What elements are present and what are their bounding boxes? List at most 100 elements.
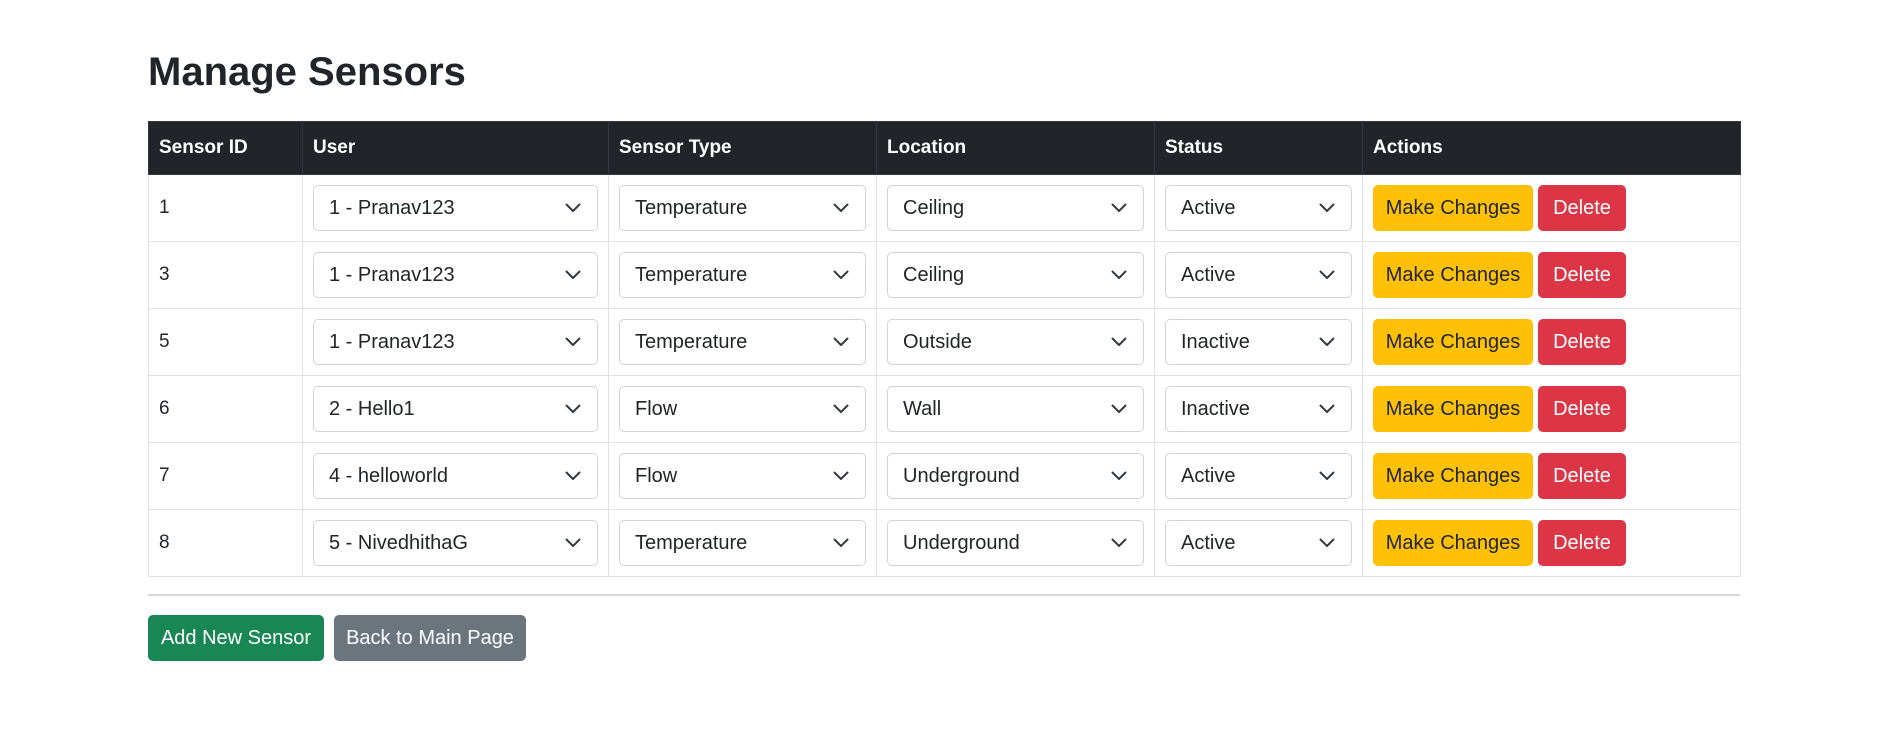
row-actions: Make Changes Delete [1373,319,1730,365]
chevron-down-icon [833,337,849,346]
table-header: Sensor ID User Sensor Type Location Stat… [148,121,1741,175]
sensor-type-select[interactable]: Temperature [619,319,866,365]
row-actions: Make Changes Delete [1373,386,1730,432]
table-row: 6 2 - Hello1 Flow Wall Inactive Make Cha… [148,375,1741,443]
actions-cell: Make Changes Delete [1362,241,1741,309]
sensor-type-select-value: Flow [635,397,678,420]
header-actions: Actions [1362,121,1741,175]
sensor-id: 3 [159,264,170,285]
sensor-type-select-value: Temperature [635,330,748,353]
location-select[interactable]: Underground [887,453,1144,499]
header-location: Location [876,121,1155,175]
location-select-value: Underground [903,464,1020,487]
chevron-down-icon [1319,270,1335,279]
location-select[interactable]: Underground [887,520,1144,566]
row-actions: Make Changes Delete [1373,520,1730,566]
chevron-down-icon [565,404,581,413]
row-actions: Make Changes Delete [1373,453,1730,499]
user-cell: 1 - Pranav123 [302,241,609,309]
status-select-value: Active [1181,531,1236,554]
footer-buttons: Add New Sensor Back to Main Page [148,615,526,661]
user-cell: 2 - Hello1 [302,375,609,443]
sensor-type-select[interactable]: Temperature [619,520,866,566]
location-cell: Outside [876,308,1155,376]
table-row: 3 1 - Pranav123 Temperature Ceiling Acti… [148,241,1741,309]
actions-cell: Make Changes Delete [1362,308,1741,376]
sensor-type-select[interactable]: Temperature [619,185,866,231]
location-cell: Wall [876,375,1155,443]
header-row: Sensor ID User Sensor Type Location Stat… [148,121,1741,175]
user-select[interactable]: 4 - helloworld [313,453,598,499]
make-changes-button[interactable]: Make Changes [1373,319,1533,365]
chevron-down-icon [565,270,581,279]
back-to-main-page-button[interactable]: Back to Main Page [334,615,526,661]
make-changes-button[interactable]: Make Changes [1373,185,1533,231]
make-changes-button[interactable]: Make Changes [1373,252,1533,298]
chevron-down-icon [833,404,849,413]
table-row: 1 1 - Pranav123 Temperature Ceiling Acti… [148,174,1741,242]
chevron-down-icon [1319,337,1335,346]
sensor-type-select-value: Flow [635,464,678,487]
user-select[interactable]: 2 - Hello1 [313,386,598,432]
delete-button[interactable]: Delete [1538,319,1626,365]
delete-button[interactable]: Delete [1538,453,1626,499]
add-new-sensor-button[interactable]: Add New Sensor [148,615,324,661]
status-select-value: Active [1181,263,1236,286]
status-select[interactable]: Inactive [1165,386,1352,432]
delete-button[interactable]: Delete [1538,520,1626,566]
status-select[interactable]: Active [1165,453,1352,499]
user-cell: 1 - Pranav123 [302,308,609,376]
row-actions: Make Changes Delete [1373,252,1730,298]
sensor-type-select[interactable]: Temperature [619,252,866,298]
location-select[interactable]: Ceiling [887,185,1144,231]
status-select[interactable]: Active [1165,520,1352,566]
user-cell: 1 - Pranav123 [302,174,609,242]
sensor-type-select[interactable]: Flow [619,453,866,499]
location-select[interactable]: Outside [887,319,1144,365]
sensors-table: Sensor ID User Sensor Type Location Stat… [148,121,1741,577]
delete-button[interactable]: Delete [1538,386,1626,432]
location-cell: Ceiling [876,174,1155,242]
sensor-id-cell: 3 [148,241,303,309]
sensor-type-cell: Temperature [608,308,877,376]
header-sensor-id: Sensor ID [148,121,303,175]
user-select[interactable]: 1 - Pranav123 [313,185,598,231]
chevron-down-icon [1319,203,1335,212]
delete-button[interactable]: Delete [1538,252,1626,298]
header-status: Status [1154,121,1363,175]
sensor-id: 7 [159,465,170,486]
user-select-value: 1 - Pranav123 [329,196,455,219]
sensor-type-cell: Temperature [608,509,877,577]
table-body: 1 1 - Pranav123 Temperature Ceiling Acti… [148,174,1741,577]
header-sensor-type: Sensor Type [608,121,877,175]
status-select-value: Inactive [1181,397,1250,420]
sensor-type-select[interactable]: Flow [619,386,866,432]
user-select[interactable]: 1 - Pranav123 [313,319,598,365]
location-select-value: Underground [903,531,1020,554]
chevron-down-icon [565,337,581,346]
make-changes-button[interactable]: Make Changes [1373,386,1533,432]
sensor-type-cell: Flow [608,442,877,510]
status-cell: Active [1154,442,1363,510]
sensor-type-select-value: Temperature [635,531,748,554]
status-select[interactable]: Active [1165,252,1352,298]
status-select[interactable]: Inactive [1165,319,1352,365]
delete-button[interactable]: Delete [1538,185,1626,231]
sensor-type-cell: Flow [608,375,877,443]
chevron-down-icon [833,203,849,212]
actions-cell: Make Changes Delete [1362,375,1741,443]
status-cell: Active [1154,241,1363,309]
location-select[interactable]: Wall [887,386,1144,432]
status-select[interactable]: Active [1165,185,1352,231]
location-select[interactable]: Ceiling [887,252,1144,298]
make-changes-button[interactable]: Make Changes [1373,520,1533,566]
user-select-value: 4 - helloworld [329,464,448,487]
sensor-type-cell: Temperature [608,241,877,309]
user-select[interactable]: 5 - NivedhithaG [313,520,598,566]
sensor-type-select-value: Temperature [635,196,748,219]
make-changes-button[interactable]: Make Changes [1373,453,1533,499]
sensor-id: 8 [159,532,170,553]
status-cell: Inactive [1154,308,1363,376]
user-select[interactable]: 1 - Pranav123 [313,252,598,298]
chevron-down-icon [1319,538,1335,547]
